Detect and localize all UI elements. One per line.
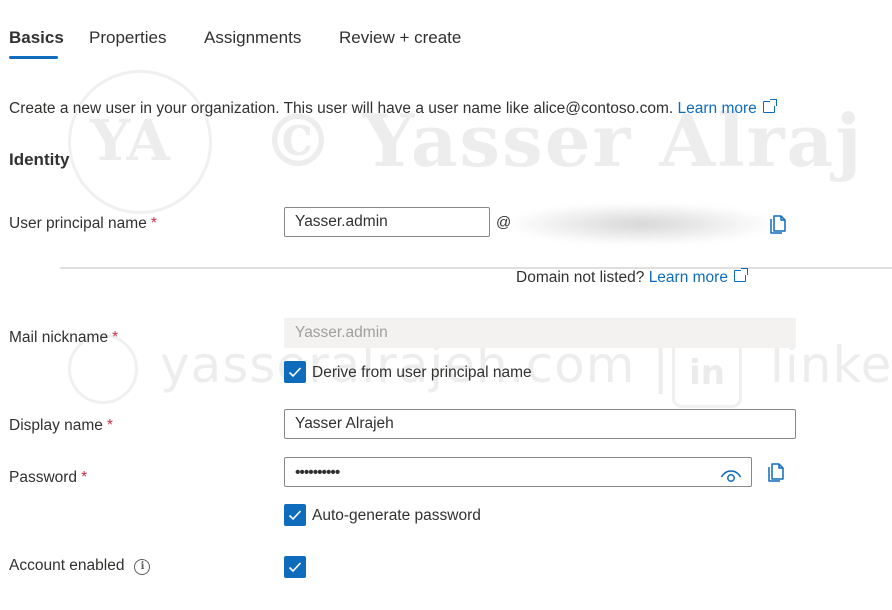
derive-upn-checkbox[interactable] [284,361,306,383]
intro-description: Create a new user in your organization. … [9,99,777,118]
external-link-icon[interactable] [762,99,777,113]
intro-text: Create a new user in your organization. … [9,100,674,117]
required-marker: * [81,469,88,486]
mail-nickname-label: Mail nickname * [9,329,119,346]
account-enabled-checkbox[interactable] [284,556,306,578]
eye-icon[interactable] [720,468,742,484]
required-marker: * [150,215,157,232]
section-title-identity: Identity [9,150,70,169]
upn-at-sign: @ [496,214,512,231]
external-link-icon[interactable] [733,268,748,282]
tab-basics[interactable]: Basics [9,28,64,48]
checkmark-icon [288,367,302,378]
derive-upn-label[interactable]: Derive from user principal name [312,364,532,382]
upn-input[interactable]: Yasser.admin [284,207,490,237]
password-input[interactable]: •••••••••• [284,457,752,487]
checkmark-icon [288,510,302,521]
required-marker: * [106,417,113,434]
copy-icon[interactable] [766,460,786,482]
info-icon[interactable]: i [134,559,151,575]
auto-generate-password-checkbox[interactable] [284,504,306,526]
password-label: Password * [9,469,88,486]
watermark-linkedin-icon: in [672,338,742,408]
display-name-label: Display name * [9,417,113,434]
divider [60,267,892,269]
domain-select-redacted[interactable] [512,204,770,244]
display-name-input[interactable]: Yasser Alrajeh [284,409,796,439]
required-marker: * [112,329,119,346]
tab-assignments[interactable]: Assignments [204,28,301,48]
tab-active-indicator [9,56,58,59]
auto-generate-password-label[interactable]: Auto-generate password [312,507,481,525]
tab-review-create[interactable]: Review + create [339,28,461,48]
mail-nickname-input: Yasser.admin [284,318,796,348]
checkmark-icon [288,562,302,573]
tab-properties[interactable]: Properties [89,28,166,48]
domain-not-listed-note: Domain not listed? Learn more [516,268,748,287]
account-enabled-label: Account enabled i [9,557,151,575]
upn-label: User principal name * [9,215,157,232]
domain-learn-more-link[interactable]: Learn more [649,269,728,286]
intro-learn-more-link[interactable]: Learn more [678,100,757,117]
copy-icon[interactable] [768,212,788,234]
